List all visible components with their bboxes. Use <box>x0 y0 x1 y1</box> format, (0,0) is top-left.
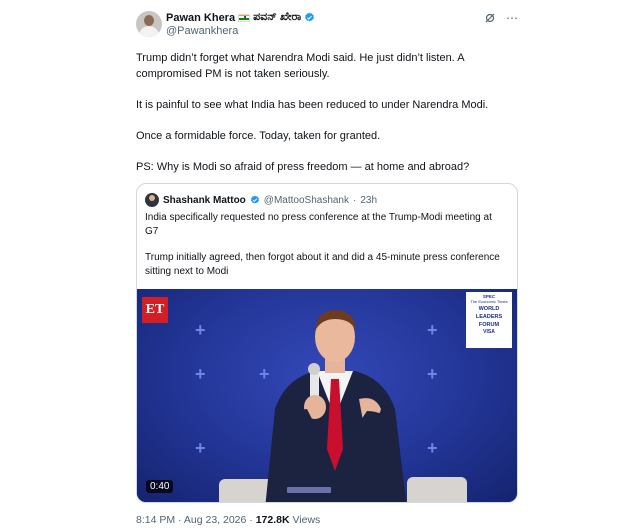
quoted-paragraph: India specifically requested no press co… <box>145 212 492 237</box>
et-logo: ET <box>142 297 168 323</box>
backdrop-plus: + <box>427 364 438 384</box>
tweet-header: Pawan Khera ಪವನ್ ಖೇರಾ @Pawankhera ⋯ <box>136 10 520 40</box>
meta-separator: · <box>249 514 253 526</box>
speaker-figure <box>265 309 407 502</box>
tweet-paragraph: PS: Why is Modi so afraid of press freed… <box>136 161 470 173</box>
author-avatar[interactable] <box>136 11 162 37</box>
more-icon[interactable]: ⋯ <box>506 12 518 24</box>
author-name-kannada[interactable]: ಪವನ್ ಖೇರಾ <box>253 11 301 24</box>
india-flag-icon <box>238 13 251 22</box>
tweet-paragraph: Trump didn’t forget what Narendra Modi s… <box>136 52 464 80</box>
tweet-actions-top: ⋯ <box>484 12 518 24</box>
quoted-tweet-age[interactable]: 23h <box>360 195 377 206</box>
author-name[interactable]: Pawan Khera <box>166 12 235 24</box>
tweet-footer: 8:14 PM · Aug 23, 2026 · 172.8K Views <box>136 514 320 526</box>
quoted-tweet-text: India specifically requested no press co… <box>145 211 505 291</box>
quoted-author-name[interactable]: Shashank Mattoo <box>163 195 246 206</box>
event-badge: SPEC The Economic Times WORLD LEADERS FO… <box>466 292 512 348</box>
backdrop-plus: + <box>195 320 206 340</box>
backdrop-plus: + <box>195 438 206 458</box>
verified-badge-icon <box>250 195 259 204</box>
quoted-paragraph: Trump initially agreed, then forgot abou… <box>145 252 500 277</box>
author-handle[interactable]: @Pawankhera <box>166 25 238 37</box>
tweet-date[interactable]: Aug 23, 2026 <box>184 514 246 526</box>
backdrop-plus: + <box>427 438 438 458</box>
quoted-tweet-header: Shashank Mattoo @MattooShashank · 23h <box>145 193 377 207</box>
video-player[interactable]: + + + + + + + ET SPEC The Economic Times… <box>137 289 517 502</box>
views-label: Views <box>292 514 321 526</box>
quoted-tweet[interactable]: Shashank Mattoo @MattooShashank · 23h In… <box>136 183 518 503</box>
quoted-author-handle[interactable]: @MattooShashank <box>264 195 349 206</box>
tweet: Pawan Khera ಪವನ್ ಖೇರಾ @Pawankhera ⋯ Trum… <box>136 10 520 526</box>
tweet-text: Trump didn’t forget what Narendra Modi s… <box>136 50 520 175</box>
tweet-paragraph: It is painful to see what India has been… <box>136 99 489 111</box>
chair <box>407 477 467 502</box>
quoted-author-avatar[interactable] <box>145 193 159 207</box>
backdrop-plus: + <box>195 364 206 384</box>
meta-separator: · <box>178 514 182 526</box>
backdrop-plus: + <box>427 320 438 340</box>
nameplate <box>287 487 331 493</box>
author-name-line[interactable]: Pawan Khera ಪವನ್ ಖೇರಾ <box>166 11 315 24</box>
grok-icon[interactable] <box>484 12 496 24</box>
meta-separator: · <box>353 194 357 206</box>
tweet-time[interactable]: 8:14 PM <box>136 514 175 526</box>
tweet-paragraph: Once a formidable force. Today, taken fo… <box>136 130 381 142</box>
verified-badge-icon <box>305 12 315 22</box>
video-duration: 0:40 <box>146 480 174 493</box>
views-count[interactable]: 172.8K <box>256 514 290 526</box>
